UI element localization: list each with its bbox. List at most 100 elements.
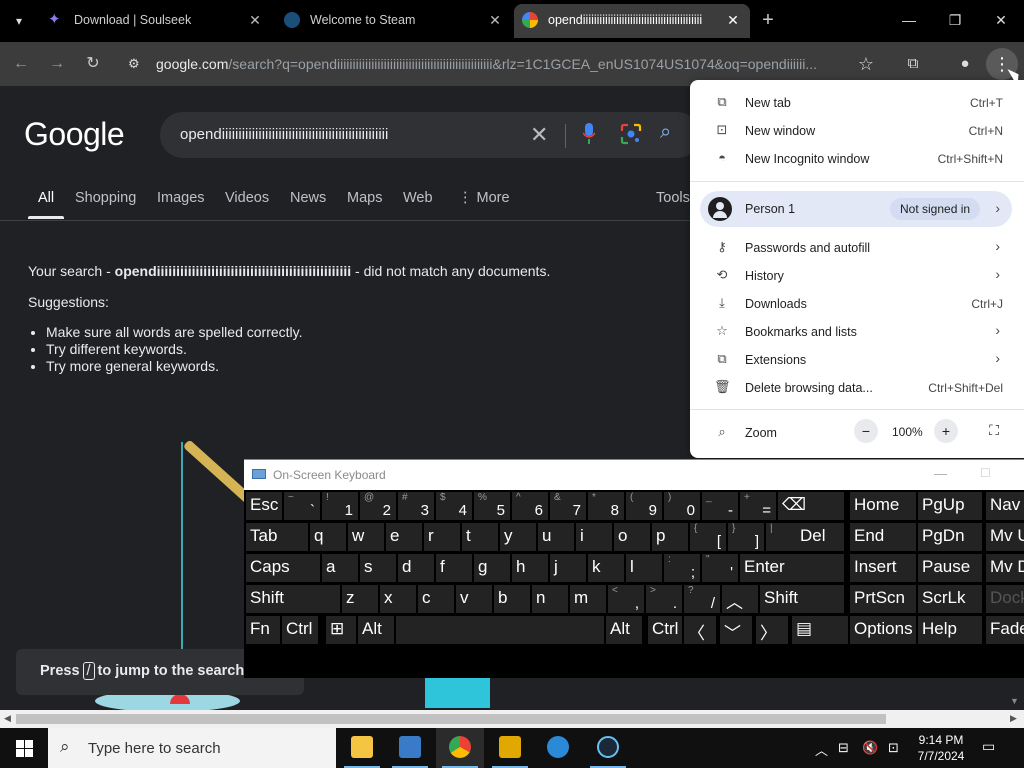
osk-key[interactable]: f [436,554,472,582]
menu-item-new-window[interactable]: ⊡ New window Ctrl+N [690,116,1024,144]
osk-key[interactable]: Enter [740,554,844,582]
osk-key[interactable]: Fn [246,616,280,644]
osk-key[interactable]: " ' [702,554,738,582]
display-icon[interactable]: ⊡ [888,740,899,756]
google-lens-icon[interactable] [620,123,642,145]
osk-key[interactable]: $4 [436,492,472,520]
osk-key[interactable]: Esc [246,492,282,520]
file-explorer-icon[interactable] [338,728,386,768]
scroll-left-arrow-icon[interactable]: ◀ [4,713,11,724]
menu-item-bookmarks[interactable]: ☆ Bookmarks and lists › [690,317,1024,345]
osk-key[interactable]: Mv Dn [986,554,1024,582]
osk-key[interactable]: 〈 [684,616,716,644]
osk-key[interactable]: i [576,523,612,551]
osk-key[interactable]: Options [850,616,916,644]
site-info-icon[interactable]: ⚙ [128,56,144,72]
osk-key[interactable]: Alt [358,616,394,644]
bookmark-star-icon[interactable]: ☆ [858,54,874,75]
tab-soulseek[interactable]: ✦ Download | Soulseek ✕ [40,4,270,38]
osk-key[interactable]: b [494,585,530,613]
osk-key[interactable]: l [626,554,662,582]
notification-icon[interactable]: ▭ [982,738,1002,758]
osk-key[interactable]: d [398,554,434,582]
clear-search-icon[interactable]: ✕ [530,122,548,148]
network-icon[interactable]: ⊟ [838,740,849,756]
osk-key[interactable]: k [588,554,624,582]
menu-item-extensions[interactable]: ⧉ Extensions › [690,345,1024,373]
osk-key[interactable]: z [342,585,378,613]
osk-key[interactable]: h [512,554,548,582]
osk-key[interactable]: a [322,554,358,582]
tab-all[interactable]: All [38,190,54,206]
osk-key[interactable]: Home [850,492,916,520]
tab-close-icon[interactable]: ✕ [486,11,504,29]
osk-key[interactable]: o [614,523,650,551]
forward-arrow-icon[interactable]: → [44,51,70,77]
tab-shopping[interactable]: Shopping [75,190,136,206]
tab-steam[interactable]: Welcome to Steam ✕ [276,4,512,38]
osk-key[interactable]: x [380,585,416,613]
osk-key[interactable]: ) 0 [664,492,700,520]
window-close-button[interactable]: ✕ [978,0,1024,40]
osk-key[interactable]: ScrLk [918,585,982,613]
osk-key[interactable]: ︿ [722,585,758,613]
osk-key[interactable]: @2 [360,492,396,520]
menu-item-passwords[interactable]: ⚷ Passwords and autofill › [690,233,1024,261]
tab-search-dropdown-icon[interactable]: ▾ [8,10,30,32]
zoom-in-button[interactable]: + [934,419,958,443]
osk-key[interactable]: ^ 6 [512,492,548,520]
osk-key[interactable]: ? / [684,585,720,613]
osk-key[interactable]: r [424,523,460,551]
horizontal-scrollbar[interactable]: ◀ ▶ [0,710,1024,728]
osk-key[interactable]: <, [608,585,644,613]
osk-key[interactable]: ~ ` [284,492,320,520]
osk-key[interactable]: PgUp [918,492,982,520]
tools-button[interactable]: Tools [656,190,690,206]
internet-explorer-icon[interactable] [534,728,582,768]
osk-key[interactable]: Dock [986,585,1024,613]
osk-key[interactable]: ! 1 [322,492,358,520]
menu-item-delete-data[interactable]: 🗑 Delete browsing data... Ctrl+Shift+Del [690,373,1024,401]
osk-key[interactable]: Help [918,616,982,644]
osk-key[interactable]: Shift [760,585,844,613]
menu-item-incognito[interactable]: ◓ New Incognito window Ctrl+Shift+N [690,144,1024,172]
tab-more[interactable]: ⋮ More [458,190,510,206]
search-query-input[interactable]: opendiiiiiiiiiiiiiiiiiiiiiiiiiiiiiiiiiii… [180,126,510,143]
osk-maximize-icon[interactable]: ☐ [980,466,991,480]
restore-button[interactable]: ❐ [932,0,978,40]
osk-key[interactable]: Tab [246,523,308,551]
steam-app-icon[interactable] [584,728,632,768]
osk-key[interactable]: >. [646,585,682,613]
osk-key[interactable]: Shift [246,585,340,613]
volume-muted-icon[interactable]: 🔇 [862,740,878,756]
search-box[interactable]: opendiiiiiiiiiiiiiiiiiiiiiiiiiiiiiiiiiii… [160,112,700,158]
osk-key[interactable]: e [386,523,422,551]
back-arrow-icon[interactable]: ← [8,51,34,77]
profile-icon[interactable]: ● [954,53,976,75]
osk-key[interactable]: u [538,523,574,551]
osk-key[interactable]: Ctrl [648,616,682,644]
osk-key[interactable]: p [652,523,688,551]
search-submit-icon[interactable]: ⌕ [660,121,671,144]
osk-key[interactable]: % 5 [474,492,510,520]
osk-key[interactable]: Pause [918,554,982,582]
voice-search-icon[interactable] [583,123,595,145]
osk-key[interactable]: :; [664,554,700,582]
google-logo[interactable]: Google [24,116,125,153]
osk-key[interactable]: _ - [702,492,738,520]
extensions-puzzle-icon[interactable]: ⧉ [902,53,924,75]
url-text[interactable]: google.com/search?q=opendiiiiiiiiiiiiiii… [156,56,846,72]
osk-key[interactable]: End [850,523,916,551]
osk-key[interactable]: + = [740,492,776,520]
osk-key[interactable]: #3 [398,492,434,520]
osk-key[interactable]: Mv Up [986,523,1024,551]
menu-item-new-tab[interactable]: ⧉ New tab Ctrl+T [690,88,1024,116]
tab-videos[interactable]: Videos [225,190,269,206]
tab-close-icon[interactable]: ✕ [246,11,264,29]
osk-key[interactable]: PgDn [918,523,982,551]
osk-key[interactable]: ⌫ [778,492,844,520]
new-tab-button[interactable]: + [758,10,778,30]
tab-web[interactable]: Web [403,190,433,206]
osk-key[interactable]: y [500,523,536,551]
profile-row[interactable]: Person 1 Not signed in › [700,191,1012,227]
